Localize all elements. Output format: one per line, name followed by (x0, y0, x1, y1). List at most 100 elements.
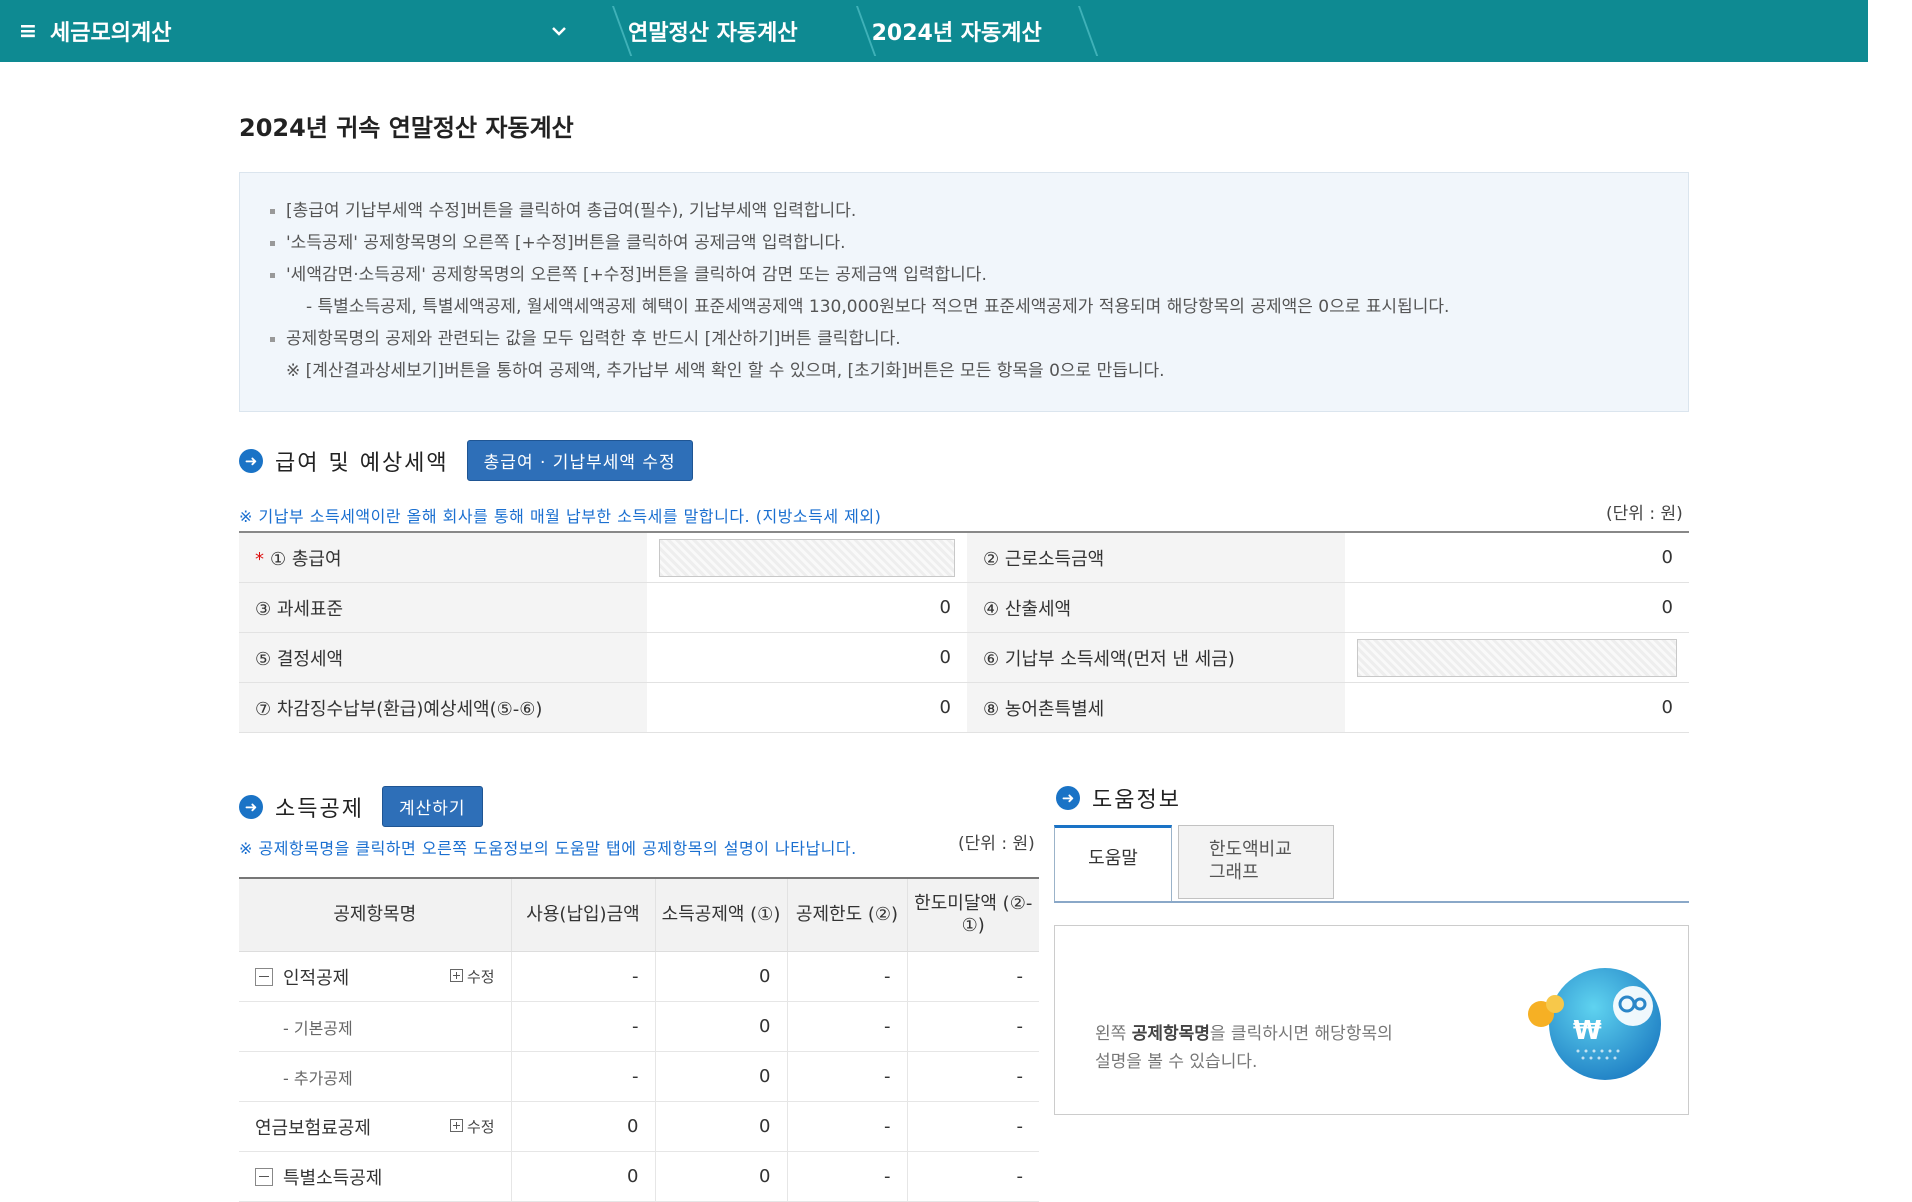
disabled-input-area (659, 538, 955, 577)
plus-icon (450, 1119, 463, 1132)
help-section-header: ➜ 도움정보 (1056, 782, 1181, 814)
plus-icon (450, 969, 463, 982)
table-row: - 추가공제 - 0 - - (239, 1051, 1039, 1102)
item-label: 인적공제 (283, 967, 350, 989)
required-mark: * (255, 548, 264, 570)
label-tax-base: ③ 과세표준 (239, 582, 647, 633)
breadcrumb-year-end-calc[interactable]: 연말정산 자동계산 (592, 0, 836, 62)
limit-shortfall: - (906, 1101, 1039, 1152)
tax-base-value: 0 (647, 582, 967, 633)
instruction-item: '소득공제' 공제항목명의 오른쪽 [+수정]버튼을 클릭하여 공제금액 입력합… (268, 227, 1660, 259)
chevron-down-icon (550, 22, 568, 41)
collapse-icon[interactable] (255, 967, 273, 986)
app-title-dropdown[interactable]: 세금모의계산 (50, 0, 592, 62)
deduction-amount: 0 (654, 1051, 787, 1102)
section-title: 도움정보 (1092, 788, 1181, 813)
edit-pension-button[interactable]: 수정 (449, 1101, 511, 1152)
col-header-item: 공제항목명 (239, 878, 511, 952)
app-title: 세금모의계산 (50, 21, 172, 46)
instruction-item: 공제항목명의 공제와 관련되는 값을 모두 입력한 후 반드시 [계산하기]버튼… (268, 323, 1660, 355)
breadcrumb-label: 2024년 자동계산 (871, 21, 1042, 46)
help-text: 왼쪽 공제항목명을 클릭하시면 해당항목의 설명을 볼 수 있습니다. (1095, 1020, 1393, 1076)
table-row: 인적공제 수정 - 0 - - (239, 951, 1039, 1002)
used-amount: 0 (510, 1101, 655, 1152)
tab-limit-graph[interactable]: 한도액비교 그래프 (1178, 825, 1334, 899)
breadcrumb-2024-calc[interactable]: 2024년 자동계산 (836, 0, 1080, 62)
edit-label: 수정 (467, 968, 495, 986)
svg-text:₩: ₩ (1573, 1016, 1602, 1046)
deduction-amount: 0 (654, 1101, 787, 1152)
hamburger-menu-icon[interactable]: ≡ (6, 19, 50, 44)
table-row: - 기본공제 - 0 - - (239, 1001, 1039, 1052)
deduction-item-personal[interactable]: 인적공제 (239, 951, 449, 1002)
deduction-limit: - (786, 1101, 907, 1152)
deduction-limit: - (786, 1051, 907, 1102)
table-row: ③ 과세표준 0 ④ 산출세액 0 (239, 582, 1689, 633)
deduction-section-header: ➜ 소득공제 계산하기 (239, 786, 483, 827)
earned-income-value: 0 (1345, 532, 1689, 583)
table-row: ⑤ 결정세액 0 ⑥ 기납부 소득세액(먼저 낸 세금) (239, 632, 1689, 683)
label-calculated-tax: ④ 산출세액 (967, 582, 1345, 633)
col-header-limit: 공제한도 (②) (786, 878, 907, 952)
top-navigation-bar: ≡ 세금모의계산 연말정산 자동계산 2024년 자동계산 (0, 0, 1868, 62)
empty-cell (449, 1001, 511, 1052)
edit-label: 수정 (467, 1118, 495, 1136)
expected-refund-value: 0 (647, 682, 967, 733)
help-text-part: 을 클릭하시면 해당항목의 (1209, 1024, 1393, 1044)
limit-shortfall: - (906, 1051, 1039, 1102)
unit-label: (단위 : 원) (1606, 504, 1683, 524)
disabled-input-area (1357, 638, 1677, 677)
salary-tax-table: * ① 총급여 ② 근로소득금액 0 ③ 과세표준 0 ④ 산출세액 0 ⑤ 결정… (239, 531, 1689, 733)
tab-label: 한도액비교 (1209, 839, 1292, 860)
instructions-box: [총급여 기납부세액 수정]버튼을 클릭하여 총급여(필수), 기납부세액 입력… (239, 172, 1689, 412)
label-total-salary[interactable]: * ① 총급여 (239, 532, 647, 583)
edit-salary-tax-button[interactable]: 총급여 · 기납부세액 수정 (466, 440, 693, 481)
label-earned-income: ② 근로소득금액 (967, 532, 1345, 583)
breadcrumb-label: 연말정산 자동계산 (628, 21, 798, 46)
tab-label: 그래프 (1209, 862, 1259, 883)
help-tabs: 도움말 한도액비교 그래프 (1054, 825, 1689, 903)
limit-shortfall: - (906, 1001, 1039, 1052)
deduction-limit: - (786, 1001, 907, 1052)
deduction-amount: 0 (654, 951, 787, 1002)
arrow-right-circle-icon: ➜ (1056, 786, 1080, 810)
col-header-amount: 소득공제액 (①) (654, 878, 787, 952)
total-salary-field[interactable] (647, 532, 967, 583)
section-title: 급여 및 예상세액 (275, 450, 449, 476)
unit-label: (단위 : 원) (958, 834, 1035, 854)
col-header-used: 사용(납입)금액 (510, 878, 655, 952)
page-title: 2024년 귀속 연말정산 자동계산 (239, 114, 574, 142)
deduction-amount: 0 (654, 1001, 787, 1052)
row-label: ① 총급여 (270, 548, 342, 570)
tab-label: 도움말 (1088, 848, 1138, 869)
tab-help[interactable]: 도움말 (1054, 825, 1172, 901)
deduction-item-basic[interactable]: - 기본공제 (239, 1001, 449, 1052)
item-label: 특별소득공제 (283, 1167, 383, 1189)
prepaid-tax-field[interactable] (1345, 632, 1689, 683)
deduction-item-additional[interactable]: - 추가공제 (239, 1051, 449, 1102)
label-expected-refund: ⑦ 차감징수납부(환급)예상세액(⑤-⑥) (239, 682, 647, 733)
empty-cell (449, 1051, 511, 1102)
edit-personal-button[interactable]: 수정 (449, 951, 511, 1002)
deduction-item-pension[interactable]: 연금보험료공제 (239, 1101, 449, 1152)
section-title: 소득공제 (275, 796, 364, 822)
table-row: ⑦ 차감징수납부(환급)예상세액(⑤-⑥) 0 ⑧ 농어촌특별세 0 (239, 682, 1689, 733)
instruction-note: ※ [계산결과상세보기]버튼을 통하여 공제액, 추가납부 세액 확인 할 수 … (286, 361, 1165, 381)
arrow-right-circle-icon: ➜ (239, 448, 263, 473)
instruction-subitem: - 특별소득공제, 특별세액공제, 월세액세액공제 혜택이 표준세액공제액 13… (306, 297, 1450, 317)
determined-tax-value: 0 (647, 632, 967, 683)
label-determined-tax: ⑤ 결정세액 (239, 632, 647, 683)
withheld-tax-info: ※ 기납부 소득세액이란 올해 회사를 통해 매월 납부한 소득세를 말합니다.… (239, 507, 882, 526)
help-text-bold: 공제항목명 (1131, 1024, 1210, 1044)
rural-special-tax-value: 0 (1345, 682, 1689, 733)
arrow-right-circle-icon: ➜ (239, 794, 263, 819)
col-header-shortfall: 한도미달액 (②-①) (906, 878, 1039, 952)
search-coin-illustration-icon: ₩ (1523, 956, 1663, 1086)
help-text-part: 왼쪽 (1095, 1024, 1132, 1044)
deduction-info: ※ 공제항목명을 클릭하면 오른쪽 도움정보의 도움말 탭에 공제항목의 설명이… (239, 839, 857, 858)
calculated-tax-value: 0 (1345, 582, 1689, 633)
help-text-part: 설명을 볼 수 있습니다. (1095, 1052, 1258, 1072)
deduction-table: 공제항목명 사용(납입)금액 소득공제액 (①) 공제한도 (②) 한도미달액 … (239, 877, 1039, 1202)
calculate-button[interactable]: 계산하기 (381, 786, 483, 827)
deduction-limit: - (786, 951, 907, 1002)
